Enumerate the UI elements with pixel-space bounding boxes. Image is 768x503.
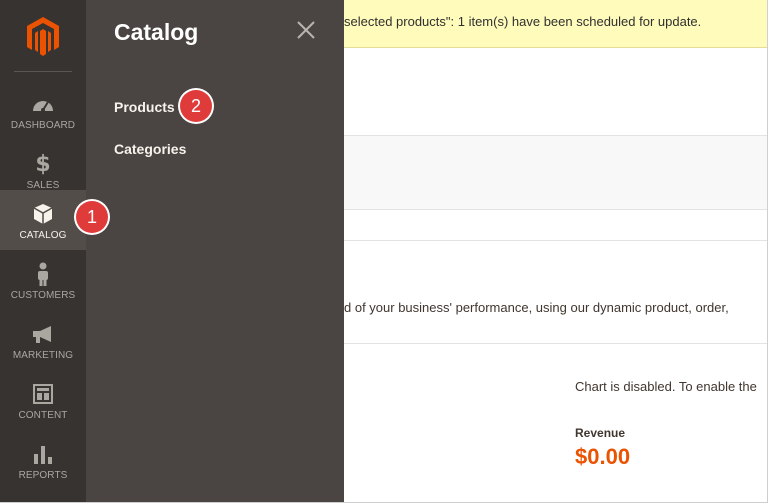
flyout-title: Catalog [114, 19, 199, 45]
sidebar-item-reports[interactable]: REPORTS [0, 430, 86, 490]
sidebar-item-label: CATALOG [19, 230, 67, 241]
section-divider [344, 343, 768, 344]
sidebar-item-label: CUSTOMERS [10, 290, 76, 301]
notice-bar: selected products": 1 item(s) have been … [344, 0, 768, 48]
admin-sidebar: DASHBOARD $ SALES CATALOG CUSTOMERS MARK… [0, 0, 86, 503]
sidebar-item-content[interactable]: CONTENT [0, 370, 86, 430]
chart-disabled-text: Chart is disabled. To enable the [575, 379, 757, 394]
layout-icon [33, 382, 53, 406]
notice-message: selected products": 1 item(s) have been … [344, 14, 702, 29]
sidebar-item-label: MARKETING [12, 350, 74, 361]
magento-logo[interactable] [0, 0, 86, 72]
flyout-link-products[interactable]: Products [114, 99, 175, 115]
step-marker-products: 2 [180, 90, 212, 122]
revenue-value: $0.00 [575, 444, 631, 469]
dashboard-gauge-icon [31, 92, 55, 116]
intro-text: d of your business' performance, using o… [344, 300, 729, 315]
revenue-label: Revenue [575, 426, 626, 440]
sidebar-item-dashboard[interactable]: DASHBOARD [0, 80, 86, 140]
page-header-band [344, 135, 768, 210]
magento-logo-icon [27, 17, 59, 56]
logo-divider [14, 71, 72, 72]
section-divider [344, 240, 768, 241]
sidebar-item-customers[interactable]: CUSTOMERS [0, 250, 86, 310]
catalog-flyout: Catalog Products Categories [86, 0, 344, 503]
flyout-link-categories[interactable]: Categories [114, 141, 186, 157]
sidebar-item-label: DASHBOARD [10, 120, 76, 131]
sidebar-item-label: CONTENT [18, 410, 68, 421]
box-icon [33, 202, 53, 226]
bar-chart-icon [33, 442, 53, 466]
person-icon [36, 262, 50, 286]
megaphone-icon [31, 322, 55, 346]
sidebar-item-label: REPORTS [18, 470, 68, 481]
sidebar-item-catalog[interactable]: CATALOG [0, 190, 86, 250]
step-marker-catalog: 1 [76, 201, 108, 233]
sidebar-item-marketing[interactable]: MARKETING [0, 310, 86, 370]
dollar-icon: $ [35, 151, 51, 177]
close-icon[interactable] [296, 20, 316, 40]
